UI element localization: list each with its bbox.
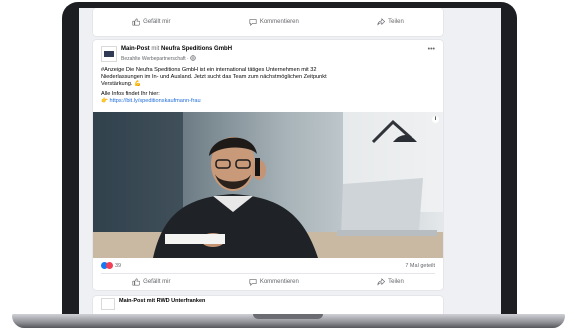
share-button[interactable]: Teilen xyxy=(377,278,404,286)
post-header: Main-Post mit Neufra Speditions GmbH Bez… xyxy=(101,46,435,66)
next-post-header[interactable]: Main-Post mit RWD Unterfranken xyxy=(119,298,205,304)
next-post-card: Main-Post mit RWD Unterfranken xyxy=(93,296,443,316)
page-avatar[interactable] xyxy=(101,46,117,62)
share-label: Teilen xyxy=(388,279,404,285)
more-options-icon[interactable]: ••• xyxy=(428,46,435,53)
previous-post-card: Gefällt mir Kommentieren Teilen xyxy=(93,8,443,36)
sponsored-post-card: Main-Post mit Neufra Speditions GmbH Bez… xyxy=(93,40,443,290)
thumbs-up-icon xyxy=(132,278,141,286)
share-button[interactable]: Teilen xyxy=(377,18,404,26)
post-text-line: Verstärkung. 💪 xyxy=(101,81,141,87)
comment-label: Kommentieren xyxy=(259,279,299,285)
post-actions: Gefällt mir Kommentieren Teilen xyxy=(93,272,443,292)
like-button[interactable]: Gefällt mir xyxy=(132,18,171,26)
pointing-hand-icon: 👉 xyxy=(101,98,108,104)
post-image[interactable]: i xyxy=(93,112,443,258)
previous-post-actions: Gefällt mir Kommentieren Teilen xyxy=(93,12,443,32)
office-photo xyxy=(93,112,443,258)
like-button[interactable]: Gefällt mir xyxy=(132,278,171,286)
info-icon[interactable]: i xyxy=(432,116,439,123)
comment-label: Kommentieren xyxy=(259,19,299,25)
post-text-line: Alle Infos findet Ihr hier: xyxy=(101,91,160,97)
share-arrow-icon xyxy=(377,278,386,286)
post-text-line: Niederlassungen im In- und Ausland. Jetz… xyxy=(101,74,327,80)
globe-icon xyxy=(190,55,196,61)
post-link-line: 👉 https://bit.ly/speditionskaufmann-frau xyxy=(101,98,435,105)
post-stats: 39 7 Mal geteilt xyxy=(101,262,435,272)
laptop-notch xyxy=(253,314,323,319)
comment-icon xyxy=(249,279,257,286)
reactions-summary[interactable]: 39 xyxy=(101,262,121,269)
next-post-avatar[interactable] xyxy=(101,298,115,310)
comment-icon xyxy=(249,19,257,26)
share-arrow-icon xyxy=(377,18,386,26)
partner-name[interactable]: Neufra Speditions GmbH xyxy=(161,46,232,52)
reaction-count: 39 xyxy=(115,262,122,269)
comment-button[interactable]: Kommentieren xyxy=(249,278,299,286)
with-word: mit xyxy=(151,46,160,52)
comment-button[interactable]: Kommentieren xyxy=(249,18,299,26)
post-subtitle: Bezahlte Werbepartnerschaft · xyxy=(121,55,196,62)
love-reaction-icon xyxy=(106,262,113,269)
paid-partnership-label: Bezahlte Werbepartnerschaft · xyxy=(121,56,191,62)
like-label: Gefällt mir xyxy=(143,279,171,285)
share-count[interactable]: 7 Mal geteilt xyxy=(405,263,435,269)
share-label: Teilen xyxy=(388,19,404,25)
post-text-line: #Anzeige Die Neufra Speditions GmbH ist … xyxy=(101,67,317,73)
post-link[interactable]: https://bit.ly/speditionskaufmann-frau xyxy=(110,98,201,104)
page-name[interactable]: Main-Post xyxy=(121,46,150,52)
post-author-line: Main-Post mit Neufra Speditions GmbH xyxy=(121,46,232,52)
thumbs-up-icon xyxy=(132,18,141,26)
like-label: Gefällt mir xyxy=(143,19,171,25)
